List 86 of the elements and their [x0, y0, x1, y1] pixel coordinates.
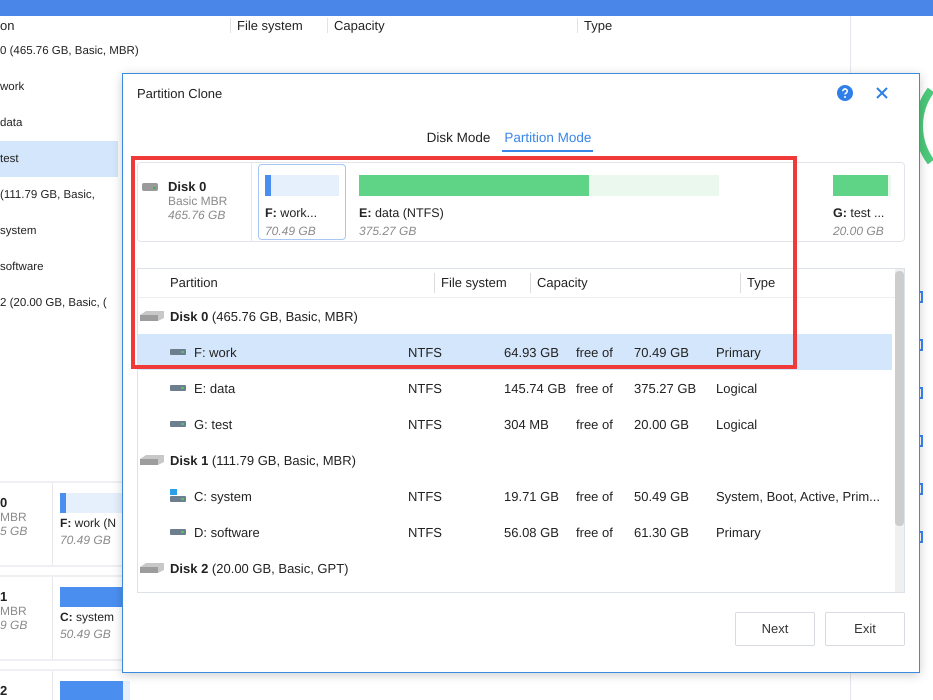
free-space: 304 MB	[504, 416, 550, 432]
disk-label: Disk 2 (20.00 GB, Basic, GPT)	[170, 560, 348, 576]
partition-size: 50.49 GB	[60, 627, 112, 641]
partition-block[interactable]: G: test ... 20.00 GB	[826, 164, 898, 240]
partition-name: D: software	[194, 524, 260, 540]
dialog-title: Partition Clone	[137, 86, 224, 100]
table-row[interactable]: test	[0, 141, 118, 177]
partition-type: Primary	[715, 524, 762, 540]
table-row[interactable]: D: software NTFS 56.08 GB free of 61.30 GB Primary	[138, 514, 892, 550]
disk-size: 465.76 GB	[168, 208, 226, 222]
table-row[interactable]: software	[0, 249, 118, 285]
partition-name: F: work	[194, 344, 237, 360]
disk-style: Basic MBR	[168, 194, 228, 208]
free-space: 64.93 GB	[504, 344, 560, 360]
table-row[interactable]: (111.79 GB, Basic,	[0, 177, 118, 213]
column-header[interactable]: Partition	[138, 273, 434, 293]
total-size: 375.27 GB	[634, 380, 696, 396]
column-header[interactable]: Type	[740, 273, 890, 293]
partition-size: 20.00 GB	[833, 224, 885, 238]
dialog-button[interactable]: Exit	[825, 612, 905, 646]
disk-number: 2	[0, 683, 8, 698]
table-row[interactable]: C: system NTFS 19.71 GB free of 50.49 GB System, Boot, Active, Prim...	[138, 478, 892, 514]
partition-name: C: system	[194, 488, 252, 504]
partition-block[interactable]: E: data (NTFS) 375.27 GB	[352, 164, 820, 240]
close-icon[interactable]	[875, 86, 889, 100]
partition-type: Primary	[715, 344, 762, 360]
total-size: 20.00 GB	[634, 416, 689, 432]
file-system: NTFS	[407, 380, 443, 396]
free-of-label: free of	[576, 524, 614, 540]
column-header[interactable]: Capacity	[327, 18, 577, 33]
partition-size: 375.27 GB	[359, 224, 418, 238]
partition-type: System, Boot, Active, Prim...	[715, 488, 881, 504]
disk-label: Disk 0 (465.76 GB, Basic, MBR)	[170, 308, 358, 324]
table-row[interactable]: 2 (20.00 GB, Basic, (	[0, 285, 118, 321]
disk-name: Disk 0	[168, 179, 208, 194]
scrollbar[interactable]	[895, 269, 904, 592]
disk-number: 1	[0, 589, 8, 604]
column-header[interactable]: File system	[230, 18, 327, 33]
file-system: NTFS	[407, 524, 443, 540]
file-system: NTFS	[407, 416, 443, 432]
table-row[interactable]: G: test NTFS 304 MB free of 20.00 GB Logical	[138, 406, 892, 442]
column-header[interactable]: Type	[577, 18, 697, 33]
total-size: 70.49 GB	[634, 344, 689, 360]
free-space: 56.08 GB	[504, 524, 560, 540]
free-of-label: free of	[576, 416, 614, 432]
help-icon[interactable]	[837, 85, 853, 101]
column-header[interactable]: Capacity	[530, 273, 740, 293]
partition-size: 70.49 GB	[265, 224, 317, 238]
table-row[interactable]: E: data NTFS 145.74 GB free of 375.27 GB Logical	[138, 370, 892, 406]
free-of-label: free of	[576, 380, 614, 396]
partition-type: Logical	[715, 380, 758, 396]
disk-label: Disk 1 (111.79 GB, Basic, MBR)	[170, 452, 356, 468]
partition-size: 70.49 GB	[60, 533, 112, 547]
total-size: 61.30 GB	[634, 524, 689, 540]
free-of-label: free of	[576, 488, 614, 504]
disk-style: MBR	[0, 604, 28, 618]
partition-label: F: work...	[265, 206, 318, 220]
disk-size: 9 GB	[0, 618, 28, 632]
disk-size: 5 GB	[0, 524, 28, 538]
free-of-label: free of	[576, 344, 614, 360]
table-row[interactable]: F: work NTFS 64.93 GB free of 70.49 GB Primary	[138, 334, 892, 370]
column-header[interactable]: on	[0, 18, 230, 33]
table-row[interactable]: data	[0, 105, 118, 141]
partition-label: C: system	[60, 610, 116, 624]
partition-name: E: data	[194, 380, 236, 396]
mode-tab[interactable]: Partition Mode	[502, 126, 594, 152]
total-size: 50.49 GB	[634, 488, 689, 504]
free-space: 19.71 GB	[504, 488, 560, 504]
table-row[interactable]: system	[0, 213, 118, 249]
disk-number: 0	[0, 495, 8, 510]
dialog-button[interactable]: Next	[735, 612, 815, 646]
file-system: NTFS	[407, 488, 443, 504]
column-header[interactable]: File system	[434, 273, 530, 293]
disk-card[interactable]: 2	[0, 669, 140, 700]
partition-label: G: test ...	[833, 206, 886, 220]
partition-label: E: data (NTFS)	[359, 206, 445, 220]
free-space: 145.74 GB	[504, 380, 568, 396]
partition-block[interactable]: F: work... 70.49 GB	[258, 164, 346, 240]
table-row[interactable]: 0 (465.76 GB, Basic, MBR)	[0, 33, 240, 69]
table-row[interactable]: work	[0, 69, 118, 105]
partition-label: F: work (N	[60, 516, 117, 530]
disk-style: MBR	[0, 510, 28, 524]
file-system: NTFS	[407, 344, 443, 360]
mode-tab[interactable]: Disk Mode	[424, 126, 492, 152]
partition-name: G: test	[194, 416, 232, 432]
partition-type: Logical	[715, 416, 758, 432]
